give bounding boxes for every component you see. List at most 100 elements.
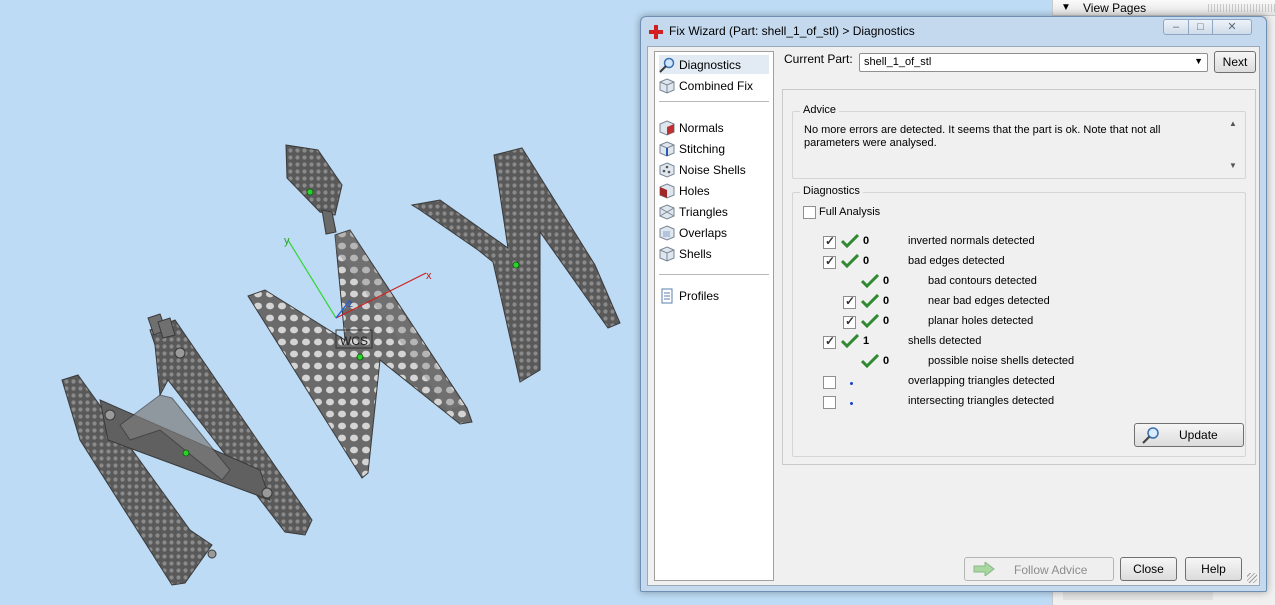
nav-separator [659,274,769,275]
diag-row-checkbox[interactable]: ✓ [823,334,836,349]
nav-item-holes[interactable]: Holes [659,181,769,200]
next-button[interactable]: Next [1214,51,1256,73]
diag-count: 0 [863,255,870,267]
nav-label: Triangles [679,204,728,219]
triangles-cube-icon [659,203,675,220]
red-cross-icon [649,25,663,39]
nav-item-profiles[interactable]: Profiles [659,286,769,305]
scroll-up-icon[interactable]: ▲ [1229,119,1237,128]
cube-icon [659,77,675,94]
not-run-dot-icon [850,382,853,385]
follow-advice-label: Follow Advice [1014,563,1088,577]
normals-cube-icon [659,119,675,136]
view-pages-label: View Pages [1083,1,1147,15]
full-analysis-label: Full Analysis [819,206,881,218]
magnifier-icon [1142,427,1159,444]
holes-cube-icon [659,182,675,199]
green-check-icon [861,314,879,328]
nav-item-shells[interactable]: Shells [659,244,769,263]
nav-label: Holes [679,183,710,198]
diag-row-checkbox[interactable] [823,396,836,409]
diag-count: 0 [883,275,890,287]
diag-count: 0 [883,295,890,307]
noise-shells-icon [659,161,675,178]
current-part-label: Current Part: [784,52,853,66]
diag-label: planar holes detected [928,315,1034,327]
scroll-down-icon[interactable]: ▼ [1229,161,1237,170]
advice-text: No more errors are detected. It seems th… [804,124,1161,149]
right-arrow-icon [973,562,995,576]
green-check-icon [861,274,879,288]
diag-label: bad contours detected [928,275,1037,287]
green-check-icon [841,254,859,268]
help-button[interactable]: Help [1185,557,1242,581]
dialog-titlebar[interactable]: Fix Wizard (Part: shell_1_of_stl) > Diag… [641,17,1266,45]
axis-y-label: y [284,235,290,247]
update-button[interactable]: Update [1134,423,1244,447]
green-check-icon [861,354,879,368]
diag-row-checkbox[interactable]: ✓ [843,314,856,329]
nav-item-overlaps[interactable]: Overlaps [659,223,769,242]
advice-group: Advice No more errors are detected. It s… [792,104,1246,179]
green-check-icon [841,334,859,348]
shells-cube-icon [659,245,675,262]
update-label: Update [1179,428,1218,442]
resize-grip[interactable] [1247,573,1257,583]
dialog-title: Fix Wizard (Part: shell_1_of_stl) > Diag… [669,24,915,38]
nav-item-combined-fix[interactable]: Combined Fix [659,76,769,95]
overlaps-cube-icon [659,224,675,241]
diag-count: 0 [883,315,890,327]
not-run-dot-icon [850,402,853,405]
grip-hatch [1208,4,1275,12]
nav-label: Diagnostics [679,57,742,72]
nav-item-stitching[interactable]: Stitching [659,139,769,158]
axis-x-label: x [426,270,432,282]
green-check-icon [861,294,879,308]
diag-count: 1 [863,335,870,347]
diag-label: near bad edges detected [928,295,1050,307]
view-pages-header[interactable]: ▼ View Pages [1053,0,1275,16]
diag-count: 0 [883,355,890,367]
diag-row-checkbox[interactable] [823,376,836,389]
model-left-letter [61,313,313,586]
model-diamond-piece [285,144,343,235]
close-button[interactable]: Close [1120,557,1177,581]
maximize-button[interactable]: □ [1188,19,1213,35]
axis-z-label: z [348,299,353,310]
stitching-cube-icon [659,140,675,157]
diag-row-checkbox[interactable]: ✓ [823,254,836,269]
wcs-label: WCS [340,334,368,348]
collapse-arrow-icon[interactable]: ▼ [1061,2,1071,13]
diag-label: possible noise shells detected [928,355,1075,367]
diag-label: shells detected [908,335,982,347]
minimize-button[interactable]: – [1163,19,1189,35]
diag-label: inverted normals detected [908,235,1035,247]
diag-row-checkbox[interactable]: ✓ [823,234,836,249]
current-part-value: shell_1_of_stl [864,56,932,68]
nav-item-normals[interactable]: Normals [659,118,769,137]
nav-label: Stitching [679,141,726,156]
model-right-letter [410,147,621,383]
diag-row-checkbox[interactable]: ✓ [843,294,856,309]
current-part-select[interactable]: shell_1_of_stl ▼ [859,53,1208,72]
magnifier-icon [659,57,675,73]
nav-item-noise-shells[interactable]: Noise Shells [659,160,769,179]
close-window-button[interactable]: ✕ [1212,19,1252,35]
model-middle-letter: WCS [247,229,473,479]
diagnostics-title: Diagnostics [800,185,863,197]
dropdown-arrow-icon: ▼ [1194,56,1203,66]
close-icon: ✕ [1227,21,1237,33]
nav-separator [659,101,769,102]
profiles-document-icon [661,288,673,303]
full-analysis-checkbox[interactable] [803,206,816,219]
diagnostics-group: Diagnostics Full Analysis ✓ 0 inverted n… [792,185,1246,457]
minimize-icon: – [1172,21,1180,33]
dialog-client-area: Diagnostics Combined Fix Normals Stitchi… [647,46,1260,586]
green-check-icon [841,234,859,248]
nav-item-triangles[interactable]: Triangles [659,202,769,221]
nav-item-diagnostics[interactable]: Diagnostics [659,55,769,74]
follow-advice-button[interactable]: Follow Advice [964,557,1114,581]
advice-scrollbar[interactable]: ▲ ▼ [1227,117,1241,172]
nav-label: Noise Shells [679,162,746,177]
nav-label: Profiles [679,288,720,303]
